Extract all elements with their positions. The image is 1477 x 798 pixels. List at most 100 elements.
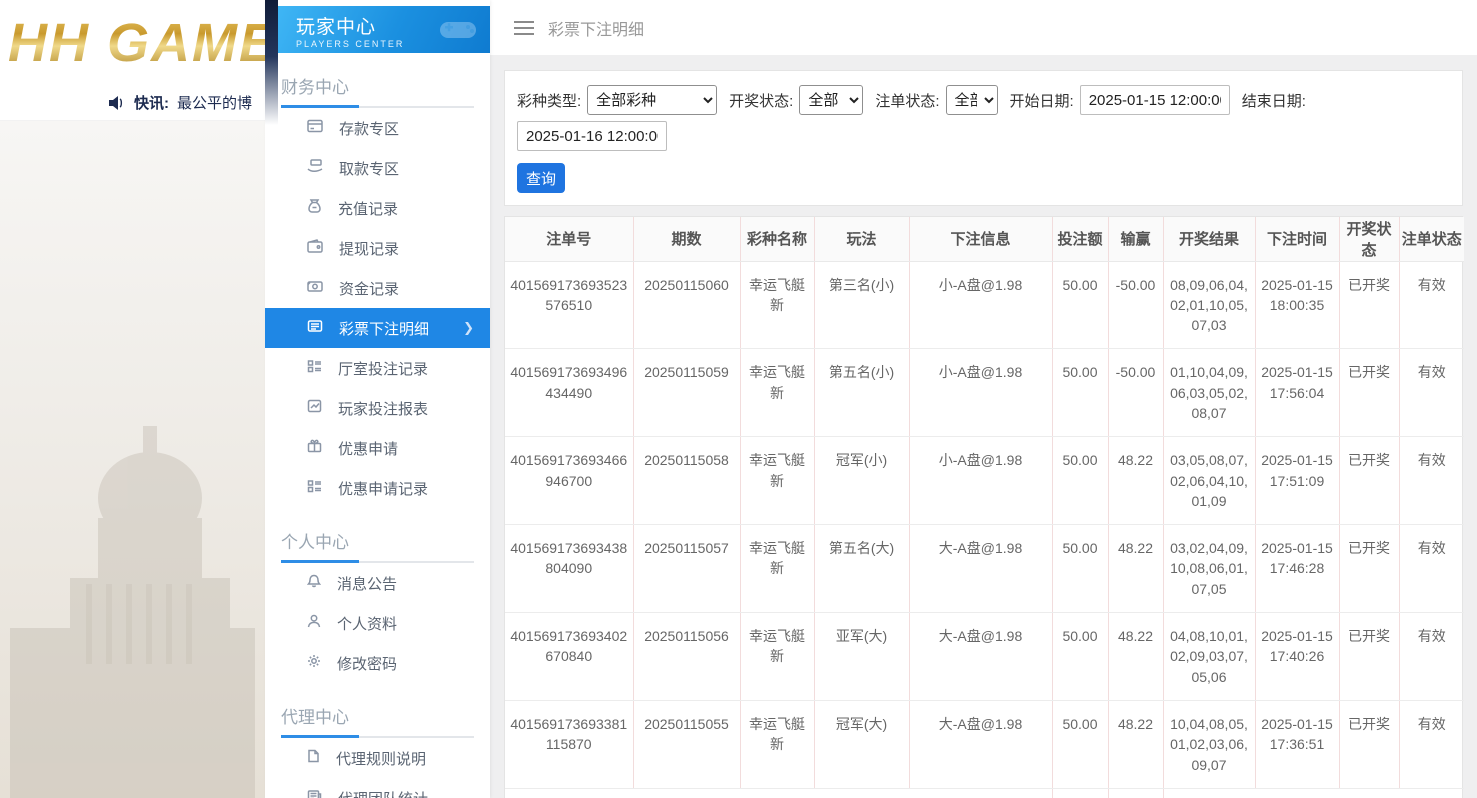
col-header: 输赢 bbox=[1108, 217, 1164, 262]
sidebar-item-label: 提现记录 bbox=[339, 240, 400, 258]
table-cell: 48.22 bbox=[1108, 700, 1164, 789]
sidebar-item-withdrawal-records[interactable]: 提现记录 bbox=[281, 228, 474, 268]
sidebar-item-lottery-bet-details[interactable]: 彩票下注明细 ❯ bbox=[265, 308, 490, 348]
table-cell: 2025-01-15 17:46:28 bbox=[1255, 524, 1340, 614]
start-date-label: 开始日期: bbox=[1009, 92, 1074, 110]
sidebar-item-promo-apply-records[interactable]: 优惠申请记录 bbox=[281, 468, 474, 508]
sidebar-item-label: 充值记录 bbox=[338, 200, 399, 218]
sidebar-item-change-password[interactable]: 修改密码 bbox=[281, 643, 474, 683]
list-detail-icon bbox=[307, 479, 322, 497]
sidebar-item-announcements[interactable]: 消息公告 bbox=[281, 563, 474, 603]
table-cell: 401569173693438804090 bbox=[505, 524, 634, 614]
table-cell: 大-A盘@1.98 bbox=[909, 700, 1053, 789]
page-summary-winloss: 92.86 bbox=[1108, 788, 1164, 798]
sidebar-item-label: 玩家投注报表 bbox=[338, 400, 429, 418]
order-status-select[interactable]: 全部 bbox=[945, 85, 998, 115]
col-header: 彩种名称 bbox=[740, 217, 815, 262]
sidebar-item-label: 取款专区 bbox=[339, 160, 400, 178]
lottery-type-select[interactable]: 全部彩种 bbox=[587, 85, 718, 115]
user-icon bbox=[307, 614, 321, 632]
document-icon bbox=[307, 749, 320, 767]
sidebar-item-fund-records[interactable]: 资金记录 bbox=[281, 268, 474, 308]
table-cell: 50.00 bbox=[1052, 700, 1109, 789]
table-cell: 20250115055 bbox=[633, 700, 741, 789]
section-personal: 个人中心 消息公告 个人资料 修改密码 bbox=[265, 528, 490, 683]
site-logo: HH GAME bbox=[8, 12, 265, 74]
wallet-icon bbox=[307, 239, 323, 257]
chevron-right-icon: ❯ bbox=[463, 320, 474, 335]
col-header: 开奖状态 bbox=[1339, 217, 1400, 262]
table-cell: 03,05,08,07,02,06,04,10,01,09 bbox=[1163, 436, 1256, 526]
table-cell: 大-A盘@1.98 bbox=[909, 524, 1053, 614]
query-button[interactable]: 查询 bbox=[517, 163, 565, 193]
section-agent-title: 代理中心 bbox=[281, 708, 349, 727]
background-image bbox=[0, 121, 265, 798]
start-date-input[interactable] bbox=[1079, 85, 1230, 115]
hand-money-icon bbox=[307, 159, 323, 177]
gear-icon bbox=[307, 654, 321, 672]
sidebar-item-promo-apply[interactable]: 优惠申请 bbox=[281, 428, 474, 468]
newspaper-icon bbox=[307, 789, 322, 798]
section-finance: 财务中心 存款专区 取款专区 充值记录 提现记录 资金记录 彩票下注明细 ❯ 厅… bbox=[265, 73, 490, 508]
table-cell: 50.00 bbox=[1052, 348, 1109, 438]
table-cell: 已开奖 bbox=[1339, 700, 1400, 789]
sidebar-item-label: 代理团队统计 bbox=[338, 788, 428, 798]
section-divider bbox=[281, 105, 474, 108]
table-cell: 2025-01-15 17:40:26 bbox=[1255, 612, 1340, 701]
table-cell: 401569173693466946700 bbox=[505, 436, 634, 526]
sidebar-item-agent-rules[interactable]: 代理规则说明 bbox=[281, 738, 474, 778]
section-divider bbox=[281, 560, 474, 563]
end-date-input[interactable] bbox=[517, 121, 667, 151]
table-row: 401569173693523576510 20250115060 幸运飞艇新 第三名… bbox=[505, 261, 1464, 350]
draw-status-select[interactable]: 全部 bbox=[799, 85, 864, 115]
col-header: 期数 bbox=[633, 217, 741, 262]
table-cell: 20250115056 bbox=[633, 612, 741, 701]
table-cell: 幸运飞艇新 bbox=[740, 348, 815, 438]
capitol-building-art bbox=[10, 426, 255, 798]
sidebar-item-agent-team-stats[interactable]: 代理团队统计 bbox=[281, 778, 474, 798]
draw-status-label: 开奖状态: bbox=[729, 92, 794, 110]
sidebar-item-withdraw-zone[interactable]: 取款专区 bbox=[281, 148, 474, 188]
table-cell: 小-A盘@1.98 bbox=[909, 436, 1053, 526]
table-cell: 幸运飞艇新 bbox=[740, 261, 815, 350]
table-cell: 20250115060 bbox=[633, 261, 741, 350]
sidebar-item-deposit-zone[interactable]: 存款专区 bbox=[281, 108, 474, 148]
table-cell: 401569173693402670840 bbox=[505, 612, 634, 701]
main-topbar: 彩票下注明细 bbox=[490, 0, 1477, 55]
sidebar-item-label: 消息公告 bbox=[337, 575, 398, 593]
table-cell: 已开奖 bbox=[1339, 612, 1400, 701]
table-body: 401569173693523576510 20250115060 幸运飞艇新 第三名… bbox=[505, 261, 1464, 789]
table-cell: -50.00 bbox=[1108, 261, 1164, 350]
main-area: 彩票下注明细 彩种类型: 全部彩种 开奖状态: 全部 注单状态: 全部 开始日期… bbox=[490, 0, 1477, 798]
table-cell: 401569173693496434490 bbox=[505, 348, 634, 438]
news-ticker: 快讯: 最公平的博 bbox=[0, 85, 265, 121]
table-cell: 有效 bbox=[1399, 261, 1464, 350]
speaker-icon bbox=[108, 95, 126, 111]
bet-table-panel: 注单号 期数 彩种名称 玩法 下注信息 投注额 输赢 开奖结果 下注时间 开奖状… bbox=[504, 216, 1464, 798]
banknote-icon bbox=[307, 279, 323, 297]
ticket-list-icon bbox=[307, 319, 323, 337]
table-row: 401569173693402670840 20250115056 幸运飞艇新 亚军(… bbox=[505, 612, 1464, 701]
table-cell: 48.22 bbox=[1108, 436, 1164, 526]
main-body: 彩种类型: 全部彩种 开奖状态: 全部 注单状态: 全部 开始日期: 结束日期: bbox=[490, 55, 1477, 798]
table-cell: 幸运飞艇新 bbox=[740, 436, 815, 526]
table-row: 401569173693438804090 20250115057 幸运飞艇新 第五名… bbox=[505, 524, 1464, 614]
menu-toggle-icon[interactable] bbox=[514, 17, 534, 39]
sidebar-item-profile[interactable]: 个人资料 bbox=[281, 603, 474, 643]
col-header: 开奖结果 bbox=[1163, 217, 1256, 262]
sidebar-item-player-bet-report[interactable]: 玩家投注报表 bbox=[281, 388, 474, 428]
sidebar-item-label: 厅室投注记录 bbox=[338, 360, 429, 378]
table-cell: 已开奖 bbox=[1339, 436, 1400, 526]
col-header: 投注额 bbox=[1052, 217, 1109, 262]
money-bag-icon bbox=[307, 199, 322, 217]
table-row: 401569173693381115870 20250115055 幸运飞艇新 冠军(… bbox=[505, 700, 1464, 789]
ticker-label: 快讯: bbox=[134, 95, 169, 112]
col-header: 注单号 bbox=[505, 217, 634, 262]
sidebar-item-label: 优惠申请 bbox=[338, 440, 399, 458]
sidebar-item-recharge-records[interactable]: 充值记录 bbox=[281, 188, 474, 228]
sidebar-item-hall-bet-records[interactable]: 厅室投注记录 bbox=[281, 348, 474, 388]
col-header: 注单状态 bbox=[1399, 217, 1464, 262]
table-cell: 401569173693523576510 bbox=[505, 261, 634, 350]
sidebar: 玩家中心 PLAYERS CENTER 财务中心 存款专区 取款专区 充值记录 bbox=[265, 0, 490, 798]
table-row: 401569173693496434490 20250115059 幸运飞艇新 第五名… bbox=[505, 348, 1464, 438]
